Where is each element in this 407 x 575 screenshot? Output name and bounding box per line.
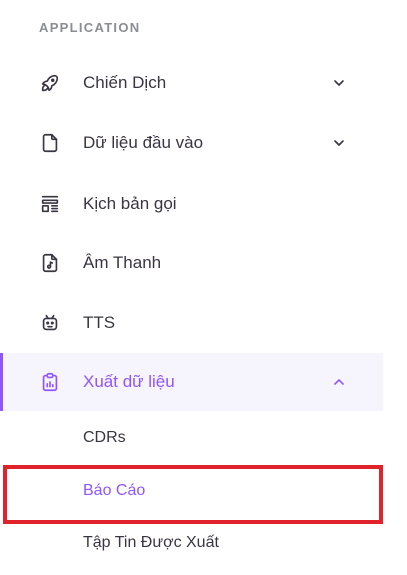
sidebar-item-label: Chiến Dịch bbox=[83, 73, 167, 92]
chevron-up-icon bbox=[330, 373, 348, 391]
robot-icon bbox=[38, 311, 62, 335]
sub-item-tap-tin-duoc-xuat[interactable]: Tập Tin Được Xuất bbox=[0, 518, 383, 568]
chevron-down-icon bbox=[330, 134, 348, 152]
active-indicator bbox=[0, 353, 3, 411]
sidebar-item-kich-ban-goi[interactable]: Kịch bản gọi bbox=[0, 175, 383, 233]
sub-item-bao-cao[interactable]: Báo Cáo bbox=[0, 466, 383, 516]
rocket-icon bbox=[38, 71, 62, 95]
sub-item-cdrs[interactable]: CDRs bbox=[0, 413, 383, 463]
sidebar-item-label: TTS bbox=[83, 313, 116, 332]
sub-item-label: CDRs bbox=[83, 429, 126, 446]
sub-item-label: Báo Cáo bbox=[83, 482, 146, 499]
sidebar-item-tts[interactable]: TTS bbox=[0, 294, 383, 352]
sidebar-item-label: Kịch bản gọi bbox=[83, 194, 177, 213]
chevron-down-icon bbox=[330, 74, 348, 92]
sidebar-item-du-lieu-dau-vao[interactable]: Dữ liệu đầu vào bbox=[0, 114, 383, 172]
file-icon bbox=[38, 131, 62, 155]
sidebar-item-label: Xuất dữ liệu bbox=[83, 372, 175, 391]
sidebar-item-label: Dữ liệu đầu vào bbox=[83, 133, 204, 152]
sidebar-item-xuat-du-lieu[interactable]: Xuất dữ liệu bbox=[0, 353, 383, 411]
clipboard-chart-icon bbox=[38, 370, 62, 394]
section-title: APPLICATION bbox=[39, 20, 141, 35]
sub-item-label: Tập Tin Được Xuất bbox=[83, 534, 219, 551]
sidebar-item-chien-dich[interactable]: Chiến Dịch bbox=[0, 54, 383, 112]
audio-file-icon bbox=[38, 251, 62, 275]
sidebar-item-label: Âm Thanh bbox=[83, 253, 162, 272]
sidebar-item-am-thanh[interactable]: Âm Thanh bbox=[0, 234, 383, 292]
script-list-icon bbox=[38, 192, 62, 216]
